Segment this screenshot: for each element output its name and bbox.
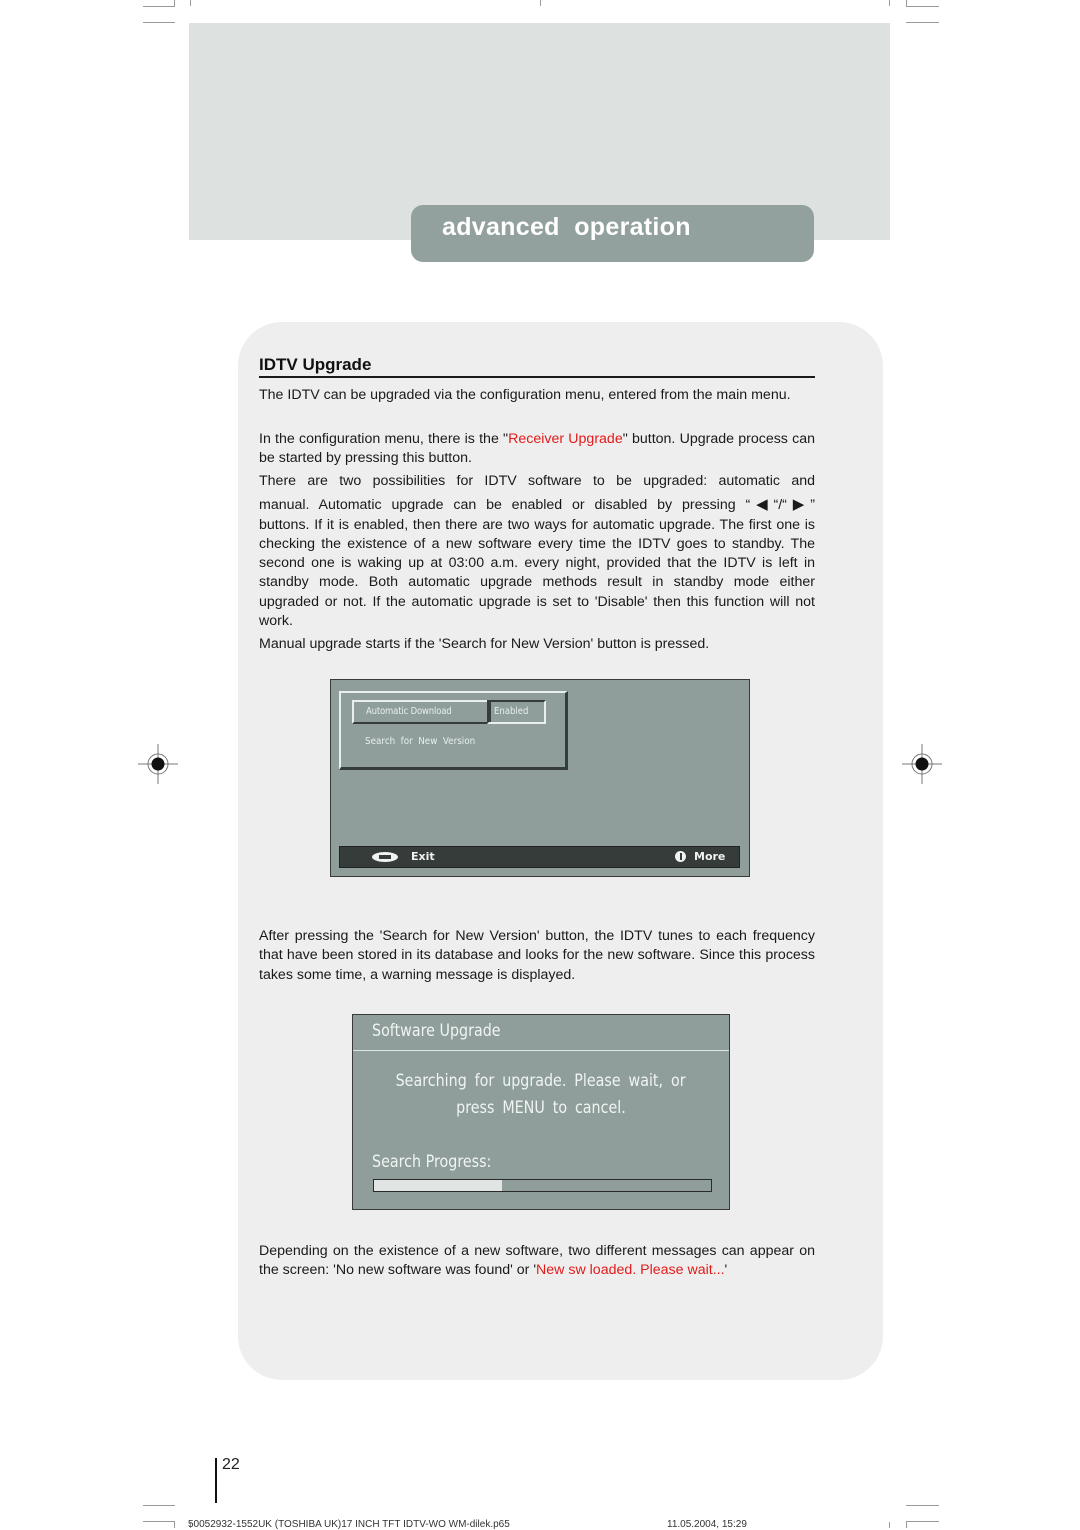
crop-mark — [906, 22, 939, 23]
footer-slug: 50052932-1552UK (TOSHIBA UK)17 INCH TFT … — [188, 1519, 510, 1530]
menu-item-label: Automatic Download — [366, 706, 452, 717]
software-upgrade-dialog: Software Upgrade Searching for upgrade. … — [352, 1014, 730, 1210]
new-sw-loaded-highlight: New sw loaded. Please wait... — [536, 1262, 725, 1279]
dialog-title-text: Software Upgrade — [372, 1021, 501, 1041]
paragraph-messages: Depending on the existence of a new soft… — [259, 1242, 815, 1281]
search-progress-bar — [373, 1179, 712, 1192]
crop-mark — [889, 0, 890, 6]
crop-mark — [906, 1521, 939, 1522]
search-progress-fill — [374, 1180, 503, 1191]
registration-mark-icon — [138, 744, 178, 784]
upgrade-menu-box: Automatic Download Enabled Search for Ne… — [339, 691, 568, 770]
paragraph-intro: The IDTV can be upgraded via the configu… — [259, 387, 791, 403]
text: “/“ — [773, 497, 787, 514]
crop-mark — [889, 1522, 890, 1528]
text: press MENU to cancel. — [456, 1098, 626, 1118]
section-title: advanced operation — [442, 213, 691, 241]
crop-mark — [174, 1521, 175, 1528]
text: In the configuration menu, there is the … — [259, 431, 509, 447]
text: Search Progress: — [372, 1152, 492, 1172]
exit-button[interactable]: Exit — [411, 850, 435, 863]
paragraph-manual-upgrade: Manual upgrade starts if the 'Search for… — [259, 636, 710, 652]
more-button[interactable]: More — [694, 850, 725, 863]
automatic-download-item[interactable]: Automatic Download — [352, 700, 491, 724]
section-tab: advanced operation — [411, 205, 814, 262]
progress-label: Search Progress: — [372, 1152, 514, 1172]
menu-item-label: Search for New Version — [365, 736, 476, 747]
dialog-divider — [353, 1050, 729, 1051]
registration-mark-icon — [902, 744, 942, 784]
crop-mark — [906, 1505, 939, 1506]
page-number: 22 — [222, 1456, 240, 1473]
receiver-upgrade-highlight: Receiver Upgrade — [508, 431, 623, 447]
text: manual. Automatic upgrade can be enabled… — [259, 497, 751, 514]
crop-mark — [143, 22, 175, 23]
text: ' — [724, 1262, 728, 1279]
page-number-rule — [215, 1458, 217, 1503]
info-icon — [675, 851, 686, 862]
crop-mark — [540, 0, 541, 6]
crop-mark — [906, 6, 939, 7]
crop-mark — [906, 0, 907, 7]
automatic-download-value[interactable]: Enabled — [487, 700, 546, 724]
search-new-version-item[interactable]: Search for New Version — [365, 736, 490, 747]
paragraph-receiver-upgrade: In the configuration menu, there is the … — [259, 430, 815, 469]
text: Searching for upgrade. Please wait, or — [396, 1071, 686, 1091]
paragraph-search-process: After pressing the 'Search for New Versi… — [259, 928, 815, 983]
text: ” — [810, 497, 815, 514]
crop-mark — [143, 6, 175, 7]
crop-mark — [143, 1521, 175, 1522]
left-arrow-icon: ◀ — [750, 496, 774, 514]
dialog-message-line1: Searching for upgrade. Please wait, or — [353, 1071, 729, 1091]
crop-mark — [143, 1505, 175, 1506]
text-line: manual. Automatic upgrade can be enabled… — [259, 495, 815, 515]
dialog-message-line2: press MENU to cancel. — [353, 1098, 729, 1118]
upgrade-menu-screen: Automatic Download Enabled Search for Ne… — [330, 679, 750, 877]
crop-mark — [174, 0, 175, 7]
text: buttons. If it is enabled, then there ar… — [259, 516, 815, 630]
dialog-title: Software Upgrade — [372, 1021, 525, 1041]
paragraph-possibilities: There are two possibilities for IDTV sof… — [259, 472, 815, 631]
menu-footer-bar: Exit More — [339, 846, 740, 868]
crop-mark — [190, 0, 191, 6]
article-title: IDTV Upgrade — [259, 355, 372, 374]
footer-date: 11.05.2004, 15:29 — [667, 1519, 747, 1530]
crop-mark — [906, 1521, 907, 1528]
right-arrow-icon: ▶ — [786, 496, 811, 514]
text: There are two possibilities for IDTV sof… — [259, 473, 815, 489]
title-rule — [259, 376, 815, 378]
menu-key-icon — [372, 852, 398, 862]
menu-item-value: Enabled — [494, 706, 529, 717]
